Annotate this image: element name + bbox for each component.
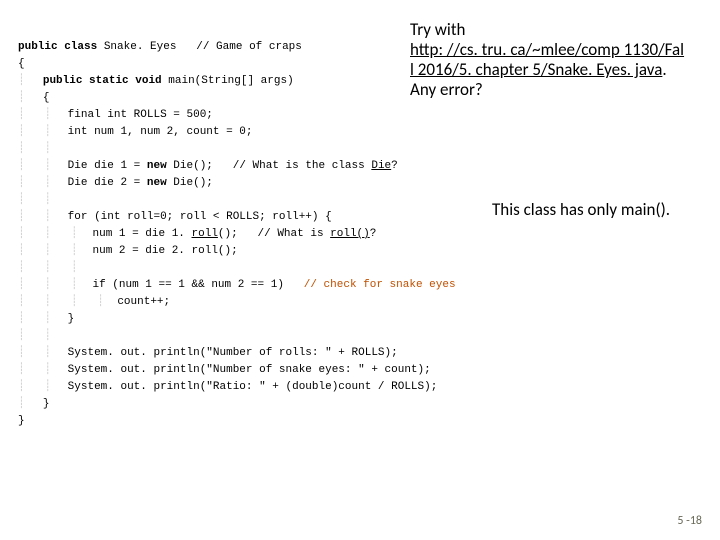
println-1: System. out. println("Number of rolls: "… (15, 347, 398, 359)
try-with-note: Try with http: //cs. tru. ca/~mlee/comp … (410, 20, 710, 100)
for-loop: for (int roll=0; roll < ROLLS; roll++) { (15, 211, 332, 223)
if-check: if (num 1 == 1 && num 2 == 1) (13, 279, 303, 291)
line-rolls: final int ROLLS = 500; (15, 109, 213, 121)
main-sig: main(String[] args) (168, 75, 293, 87)
brace-open: { (18, 58, 25, 70)
line-nums: int num 1, num 2, count = 0; (15, 126, 253, 138)
try-with-label: Try with (410, 19, 465, 40)
die2-decl: Die die 2 = (15, 177, 147, 189)
only-main-note: This class has only main(). (492, 200, 670, 220)
class-name: Snake. Eyes (104, 41, 177, 53)
source-link-line2[interactable]: l 2016/5. chapter 5/Snake. Eyes. java (410, 59, 662, 80)
comment-game: // Game of craps (176, 41, 301, 53)
brace-open-2: { (16, 92, 49, 104)
kw-public-class: public class (18, 41, 104, 53)
die1-decl: Die die 1 = (15, 160, 147, 172)
println-2: System. out. println("Number of snake ey… (15, 364, 431, 376)
for-close: } (15, 313, 74, 325)
num1-assign: num 1 = die 1. (13, 228, 191, 240)
count-inc: count++; (12, 296, 170, 308)
num2-assign: num 2 = die 2. roll(); (13, 245, 237, 257)
kw-psv: public static void (16, 75, 168, 87)
any-error-label: Any error? (410, 79, 483, 100)
code-block: public class Snake. Eyes // Game of crap… (18, 22, 456, 447)
brace-close: } (18, 415, 25, 427)
println-3: System. out. println("Ratio: " + (double… (15, 381, 437, 393)
source-link-line1[interactable]: http: //cs. tru. ca/~mlee/comp 1130/Fal (410, 39, 684, 60)
brace-close-2: } (16, 398, 49, 410)
slide-number: 5 -18 (677, 514, 702, 528)
